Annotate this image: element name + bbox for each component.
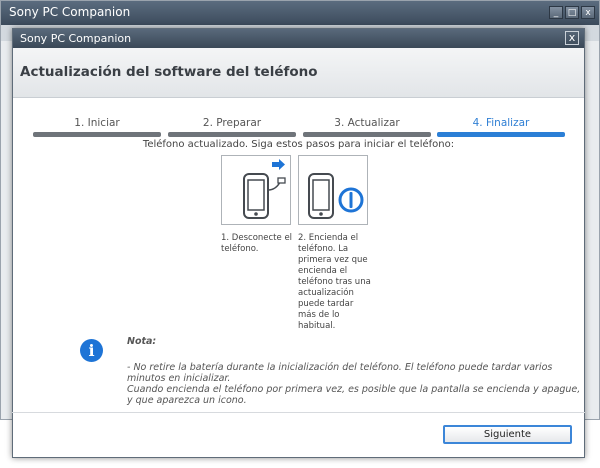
phone-power-icon: [308, 173, 364, 219]
step-finalizar: 4. Finalizar: [437, 117, 565, 141]
note-line: Cuando encienda el teléfono por primera …: [127, 384, 581, 395]
next-button[interactable]: Siguiente: [443, 425, 572, 444]
page-title: Actualización del software del teléfono: [20, 64, 318, 80]
dialog-title: Sony PC Companion: [20, 32, 132, 45]
note-line: minutos en inicializar.: [127, 373, 231, 384]
dialog-titlebar: Sony PC Companion x: [13, 29, 584, 48]
power-on-card: [298, 155, 368, 225]
info-icon: i: [80, 339, 103, 362]
step-actualizar: 3. Actualizar: [303, 117, 431, 141]
maximize-button[interactable]: □: [565, 6, 579, 19]
step-instruction-disconnect: 1. Desconecte el teléfono.: [221, 233, 293, 254]
step-progress-bar: [33, 132, 161, 137]
dialog-header: Actualización del software del teléfono: [13, 48, 584, 98]
step-iniciar: 1. Iniciar: [33, 117, 161, 141]
phone-disconnect-icon: [243, 159, 286, 219]
step-label: 2. Preparar: [202, 117, 262, 129]
step-progress-bar: [303, 132, 431, 137]
dialog-close-button[interactable]: x: [565, 31, 579, 45]
note-line: y que aparezca un icono.: [127, 395, 247, 406]
disconnect-card: [221, 155, 291, 225]
step-label: 3. Actualizar: [334, 117, 400, 129]
close-main-button[interactable]: x: [581, 6, 595, 19]
step-progress-bar: [168, 132, 296, 137]
step-instruction-power-on: 2. Encienda el teléfono. La primera vez …: [298, 233, 371, 331]
minimize-button[interactable]: _: [549, 6, 563, 19]
main-titlebar: Sony PC Companion _ □ x: [1, 1, 599, 25]
step-preparar: 2. Preparar: [168, 117, 296, 141]
step-label: 4. Finalizar: [472, 117, 530, 129]
dialog-footer-divider: [12, 412, 585, 413]
instruction-text: Teléfono actualizado. Siga estos pasos p…: [142, 139, 455, 150]
main-window-title: Sony PC Companion: [9, 5, 131, 19]
note-title: Nota:: [127, 336, 157, 347]
step-progress-bar: [437, 132, 565, 137]
note-line: - No retire la batería durante la inicia…: [127, 362, 553, 373]
step-label: 1. Iniciar: [74, 117, 120, 129]
